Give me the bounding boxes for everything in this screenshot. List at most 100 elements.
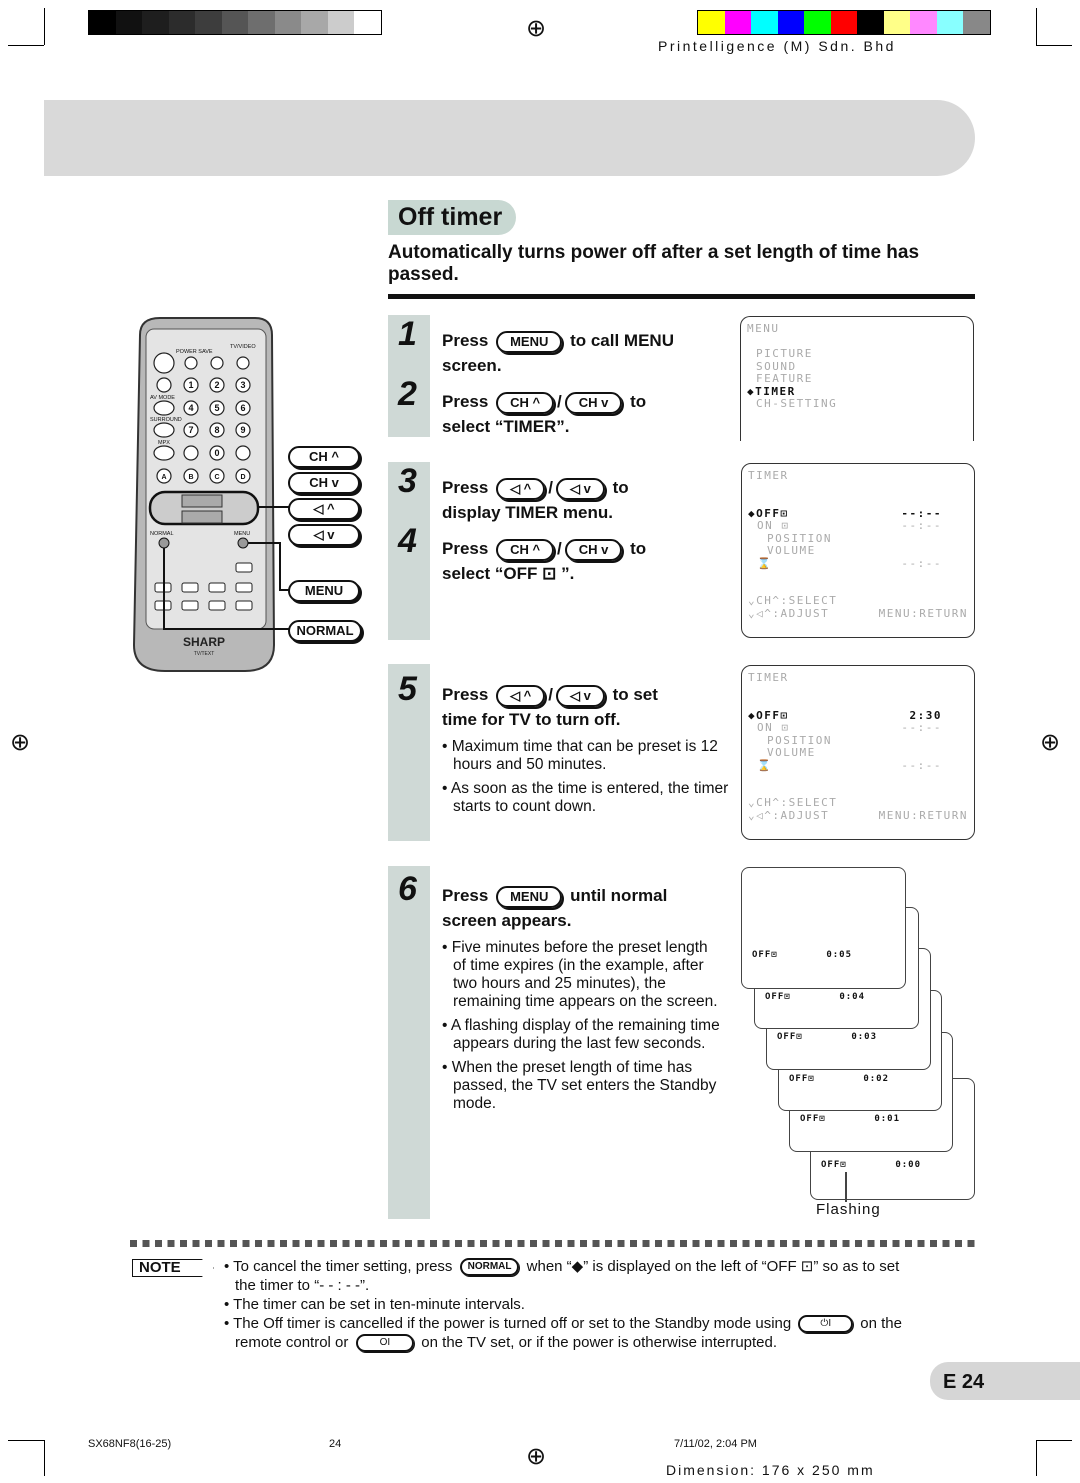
on-row: ON ⊡ --:--: [757, 721, 942, 734]
power-save-label: POWER SAVE: [176, 349, 213, 355]
power-button-glyph: ⏻I: [798, 1315, 854, 1334]
flashing-pointer: [845, 1172, 847, 1202]
color-bar: [697, 10, 991, 35]
hint: ⌄CH^:SELECT: [748, 594, 838, 607]
step-2-text: Press CH ^ / CH v to select “TIMER”.: [442, 391, 647, 436]
printer-name: Printelligence (M) Sdn. Bhd: [658, 38, 896, 54]
crop-mark: [1036, 1440, 1037, 1476]
key-label: 9: [240, 425, 245, 435]
step-6-notes: • Five minutes before the preset length …: [442, 939, 722, 1119]
hint-row: ⌄◁^:ADJUST MENU:RETURN: [748, 606, 968, 620]
swatch: [89, 11, 116, 34]
note-label: NOTE: [132, 1259, 214, 1277]
step-6-text: Press MENU until normal screen appears.: [442, 885, 668, 930]
key-label: 0: [214, 448, 219, 458]
swatch: [698, 11, 725, 34]
crop-mark: [8, 1440, 44, 1441]
menu-item: FEATURE: [756, 372, 813, 385]
screen-title: TIMER: [748, 469, 789, 482]
bullet: • Maximum time that can be preset is 12 …: [442, 738, 718, 773]
vol-down-glyph: ◁ v: [556, 684, 605, 707]
step-5-notes: • Maximum time that can be preset is 12 …: [442, 738, 732, 822]
countdown-readout: OFF⊡ 0:05: [752, 950, 852, 960]
swatch: [963, 11, 990, 34]
grayscale-bar: [88, 10, 382, 35]
tv-video-label: TV/VIDEO: [230, 344, 256, 350]
key-label: 1: [188, 380, 193, 390]
key-label: 8: [214, 425, 219, 435]
menu-label: MENU: [234, 531, 250, 537]
section-title: Off timer: [388, 200, 517, 235]
step-3-text: Press ◁ ^ / ◁ v to display TIMER menu.: [442, 477, 629, 522]
footer-date: 7/11/02, 2:04 PM: [674, 1438, 757, 1450]
callout-normal: NORMAL: [288, 620, 362, 642]
key-label: D: [240, 474, 245, 481]
note-line: • The timer can be set in ten-minute int…: [224, 1296, 525, 1313]
swatch: [910, 11, 937, 34]
countdown-readout: OFF⊡ 0:04: [765, 992, 865, 1002]
menu-screen: MENU PICTURE SOUND FEATURE ◆TIMER CH-SET…: [740, 316, 974, 441]
crop-mark: [1036, 8, 1037, 45]
ch-down-glyph: CH v: [564, 538, 623, 561]
callout-ch-up: CH ^: [288, 446, 360, 468]
swatch: [804, 11, 831, 34]
swatch: [274, 11, 301, 34]
note-line: the timer to “- - : - -”.: [235, 1277, 370, 1294]
mpx-label: MPX: [158, 440, 170, 446]
note-line: • The Off timer is cancelled if the powe…: [224, 1315, 902, 1334]
bullet: • As soon as the time is entered, the ti…: [442, 780, 729, 815]
timer-screen-2: TIMER ◆OFF⊡ 2:30 ON ⊡ --:-- POSITION VOLUM…: [741, 665, 975, 840]
callout-ch-down: CH v: [288, 472, 360, 494]
countdown-screen: OFF⊡ 0:05: [741, 867, 906, 989]
swatch: [883, 11, 910, 34]
swatch: [751, 11, 778, 34]
key-label: 2: [214, 380, 219, 390]
registration-mark-icon: ⊕: [526, 15, 547, 42]
step-5-text: Press ◁ ^ / ◁ v to set time for TV to turn …: [442, 684, 658, 729]
crop-mark: [1036, 45, 1072, 46]
key-label: 6: [240, 403, 245, 413]
swatch: [168, 11, 195, 34]
bullet: • When the preset length of time has pas…: [442, 1059, 717, 1112]
step-number: 1: [398, 315, 417, 353]
key-label: C: [214, 474, 219, 481]
swatch: [857, 11, 884, 34]
volume-row: VOLUME: [767, 746, 816, 759]
vol-up-glyph: ◁ ^: [496, 684, 546, 707]
header-band: [44, 100, 975, 176]
swatch: [142, 11, 169, 34]
tv-power-button-glyph: OI: [355, 1334, 415, 1353]
key-label: B: [188, 474, 193, 481]
swatch: [936, 11, 963, 34]
swatch: [221, 11, 248, 34]
bullet: • A flashing display of the remaining ti…: [442, 1017, 720, 1052]
divider: [388, 294, 975, 299]
footer-dimension: Dimension: 176 x 250 mm: [666, 1462, 875, 1478]
hint: ⌄CH^:SELECT: [748, 796, 838, 809]
registration-mark-icon: ⊕: [10, 729, 31, 756]
swatch: [327, 11, 354, 34]
step-number: 3: [398, 462, 417, 500]
step-marker-6: [388, 866, 430, 1219]
vol-up-glyph: ◁ ^: [496, 477, 546, 500]
on-row: ON ⊡ --:--: [757, 519, 942, 532]
callout-vol-down: ◁ v: [288, 524, 360, 546]
screen-title: TIMER: [748, 671, 789, 684]
step-number: 4: [398, 522, 417, 560]
swatch: [830, 11, 857, 34]
crop-mark: [44, 8, 45, 45]
timer-screen-1: TIMER ◆OFF⊡ --:-- ON ⊡ --:-- POSITION VOLU…: [741, 463, 975, 638]
footer-file: SX68NF8(16-25): [88, 1438, 172, 1450]
note-line: • To cancel the timer setting, press NOR…: [224, 1258, 900, 1277]
sleep-row: ⌛ --:--: [757, 758, 942, 772]
callout-vol-up: ◁ ^: [288, 498, 360, 520]
hint-row: ⌄◁^:ADJUST MENU:RETURN: [748, 808, 968, 822]
ch-up-glyph: CH ^: [496, 538, 555, 561]
screen-title: MENU: [747, 322, 780, 335]
countdown-readout: OFF⊡ 0:02: [789, 1074, 889, 1084]
step-number: 5: [398, 670, 417, 708]
flashing-label: Flashing: [816, 1201, 881, 1218]
menu-button-glyph: MENU: [496, 330, 563, 353]
av-mode-label: AV MODE: [150, 395, 175, 401]
model-label: TV/TEXT: [194, 651, 215, 657]
